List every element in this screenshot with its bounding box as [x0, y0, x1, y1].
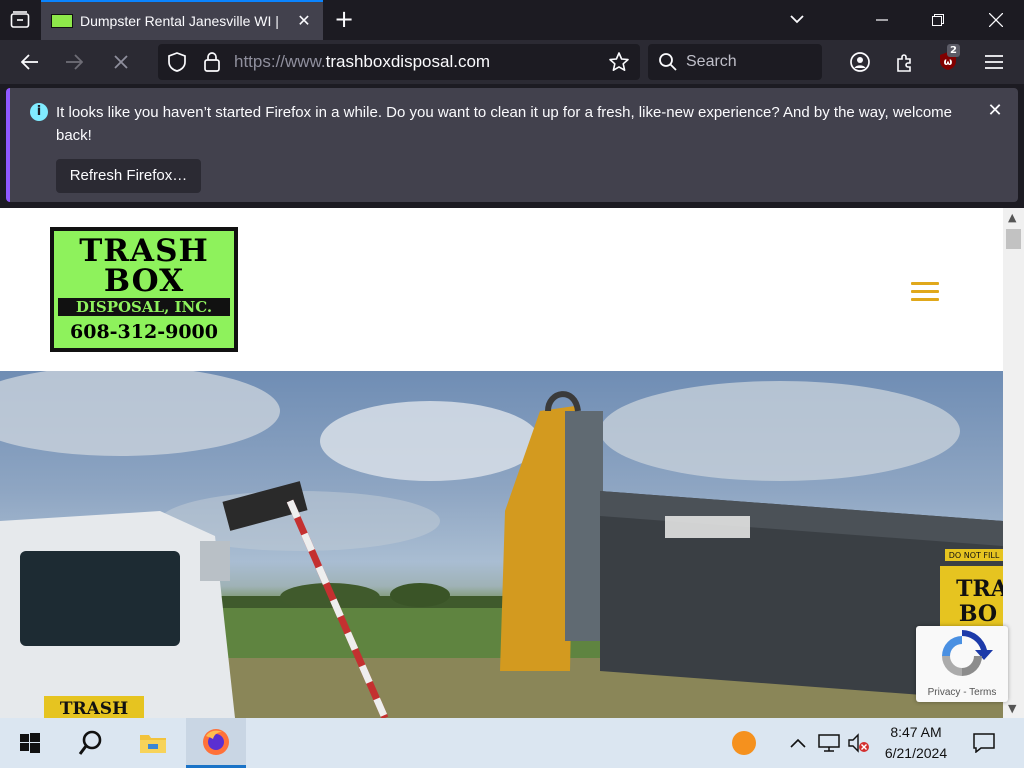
- padlock-icon[interactable]: [202, 51, 222, 77]
- recaptcha-separator: -: [960, 687, 970, 698]
- window-minimize-button[interactable]: [854, 0, 910, 40]
- hero-illustration: TRASH TRA BO DO NOT FILL: [0, 371, 1003, 718]
- recaptcha-badge[interactable]: Privacy - Terms: [916, 626, 1008, 702]
- dumpster-bo-text: BO: [959, 601, 997, 627]
- info-icon: i: [30, 103, 48, 121]
- dumpster-tra-text: TRA: [956, 576, 1003, 602]
- clock-date: 6/21/2024: [884, 745, 948, 761]
- action-center-notification-icon[interactable]: [966, 718, 1002, 768]
- firefox-view-icon[interactable]: [8, 9, 32, 31]
- file-explorer-icon[interactable]: [124, 718, 182, 768]
- site-logo[interactable]: TRASH BOX DISPOSAL, INC. 608-312-9000: [50, 227, 238, 352]
- recaptcha-logo-icon: [942, 630, 993, 676]
- recaptcha-terms-link[interactable]: Terms: [969, 687, 996, 698]
- clock-time: 8:47 AM: [890, 724, 942, 740]
- back-arrow-icon[interactable]: [16, 48, 44, 76]
- logo-phone: 608-312-9000: [70, 321, 218, 343]
- svg-text:ω: ω: [944, 57, 953, 68]
- notification-close-icon[interactable]: ✕: [986, 102, 1004, 120]
- tab-title: Dumpster Rental Janesville WI |: [80, 13, 279, 29]
- tab-bar: Dumpster Rental Janesville WI | ✕ +: [0, 0, 1024, 40]
- network-icon[interactable]: [816, 718, 842, 768]
- recaptcha-privacy-link[interactable]: Privacy: [928, 687, 961, 698]
- notification-message: It looks like you haven’t started Firefo…: [56, 104, 953, 144]
- show-hidden-icons-chevron-icon[interactable]: [786, 718, 810, 768]
- recaptcha-links: Privacy - Terms: [916, 687, 1008, 698]
- site-header: TRASH BOX DISPOSAL, INC. 608-312-9000: [0, 208, 1003, 371]
- taskbar-search-icon[interactable]: [62, 718, 120, 768]
- window-close-button[interactable]: [968, 0, 1024, 40]
- volume-muted-icon[interactable]: [846, 718, 872, 768]
- refresh-firefox-notification: i It looks like you haven’t started Fire…: [6, 88, 1018, 202]
- scroll-down-arrow-icon[interactable]: ▼: [1008, 702, 1016, 715]
- url-prefix: https://www.: [234, 52, 326, 71]
- taskbar-clock[interactable]: 8:47 AM 6/21/2024: [872, 722, 960, 764]
- forward-arrow-icon[interactable]: [60, 48, 88, 76]
- scroll-up-arrow-icon[interactable]: ▲: [1008, 211, 1016, 224]
- scrollbar-thumb[interactable]: [1006, 229, 1021, 249]
- extensions-puzzle-icon[interactable]: [891, 48, 919, 76]
- list-all-tabs-icon[interactable]: [786, 8, 808, 30]
- tracking-protection-shield-icon[interactable]: [166, 51, 188, 77]
- dumpster-sticker-text: DO NOT FILL: [949, 551, 1000, 560]
- window-restore-button[interactable]: [910, 0, 966, 40]
- browser-tab-active[interactable]: Dumpster Rental Janesville WI | ✕: [41, 0, 323, 40]
- logo-line-box: BOX: [103, 263, 185, 299]
- account-icon[interactable]: [846, 48, 874, 76]
- search-placeholder: Search: [686, 53, 737, 70]
- search-bar[interactable]: Search: [648, 44, 822, 80]
- navigation-toolbar: https://www.trashboxdisposal.com Search: [0, 40, 1024, 84]
- page-viewport: TRASH BOX DISPOSAL, INC. 608-312-9000 TR…: [0, 208, 1024, 718]
- windows-taskbar: 8:47 AM 6/21/2024: [0, 718, 1024, 768]
- site-favicon-icon: [51, 14, 73, 28]
- address-bar[interactable]: https://www.trashboxdisposal.com: [158, 44, 640, 80]
- url-text: https://www.trashboxdisposal.com: [234, 52, 490, 72]
- extension-badge-count: 2: [947, 44, 960, 57]
- tray-orange-app-icon[interactable]: [728, 718, 760, 768]
- tab-close-icon[interactable]: ✕: [295, 12, 313, 30]
- hero-image: TRASH TRA BO DO NOT FILL: [0, 371, 1003, 718]
- url-domain: trashboxdisposal.com: [325, 52, 491, 71]
- taskbar-firefox-icon[interactable]: [186, 718, 246, 768]
- new-tab-button[interactable]: +: [332, 7, 356, 32]
- windows-start-icon[interactable]: [0, 718, 60, 768]
- stop-loading-icon[interactable]: [107, 48, 135, 76]
- search-icon: [658, 52, 678, 76]
- bookmark-star-icon[interactable]: [608, 51, 630, 77]
- site-menu-hamburger-icon[interactable]: [911, 282, 939, 302]
- truck-trash-text: TRASH: [60, 699, 128, 718]
- logo-line-disposal: DISPOSAL, INC.: [58, 298, 230, 316]
- refresh-firefox-button[interactable]: Refresh Firefox…: [56, 159, 201, 193]
- app-menu-hamburger-icon[interactable]: [980, 48, 1008, 76]
